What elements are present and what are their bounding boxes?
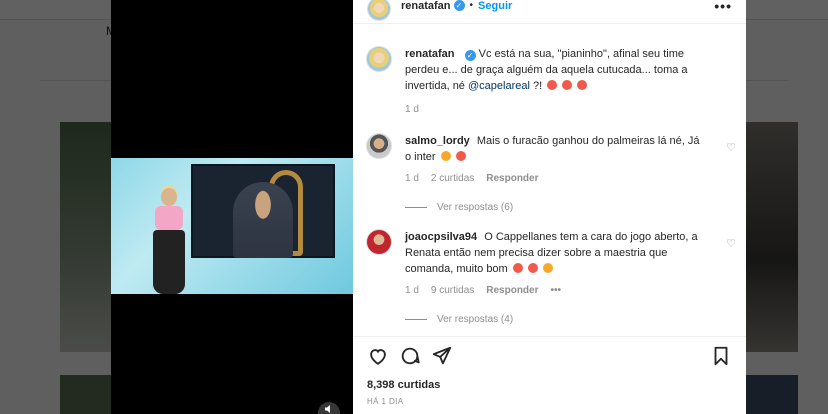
caption-timestamp[interactable]: 1 d xyxy=(405,104,419,115)
caption-author-avatar[interactable] xyxy=(366,46,392,72)
caption-author-username[interactable]: renatafan xyxy=(405,48,455,60)
comment-meta: 1 d 2 curtidas Responder xyxy=(405,173,732,184)
comment-likes[interactable]: 9 curtidas xyxy=(431,285,474,296)
video-person-on-screen xyxy=(233,182,293,258)
commenter-username[interactable]: joaocpsilva94 xyxy=(405,231,477,243)
view-replies-line xyxy=(405,319,427,320)
view-replies-label: Ver respostas (4) xyxy=(437,314,514,325)
action-icons-row xyxy=(367,345,732,367)
commenter-avatar[interactable] xyxy=(366,229,392,255)
verified-icon: ✓ xyxy=(453,0,465,11)
comment-likes[interactable]: 2 curtidas xyxy=(431,173,474,184)
view-replies-button[interactable]: Ver respostas (6) xyxy=(405,202,732,213)
presenter-top xyxy=(155,206,183,230)
follow-button[interactable]: Seguir xyxy=(478,0,512,12)
caption-body-end: ?! xyxy=(533,80,543,92)
presenter-skirt xyxy=(153,230,185,294)
post-media-pane[interactable] xyxy=(111,0,353,414)
heart-eyes-emoji-icon xyxy=(512,263,523,273)
comment-text: joaocpsilva94 O Cappellanes tem a cara d… xyxy=(405,229,732,277)
post-caption: renatafan ✓ Vc está na sua, "pianinho", … xyxy=(353,46,746,115)
post-details-panel: renatafan ✓ • Seguir ••• renatafan ✓ Vc … xyxy=(353,0,746,414)
heart-eyes-emoji-icon xyxy=(455,151,466,161)
view-replies-label: Ver respostas (6) xyxy=(437,202,514,213)
comment-like-heart-icon[interactable]: ♡ xyxy=(726,237,736,250)
video-presenter xyxy=(147,188,191,294)
comments-list[interactable]: renatafan ✓ Vc está na sua, "pianinho", … xyxy=(353,36,746,336)
commenter-avatar[interactable] xyxy=(366,133,392,159)
heart-eyes-emoji-icon xyxy=(577,80,588,90)
comment-meta: 1 d 9 curtidas Responder ••• xyxy=(405,285,732,296)
comment-timestamp[interactable]: 1 d xyxy=(405,173,419,184)
view-replies-button[interactable]: Ver respostas (4) xyxy=(405,314,732,325)
post-timestamp[interactable]: HÁ 1 DIA xyxy=(367,397,732,406)
post-video[interactable] xyxy=(111,158,353,294)
sound-icon-glyph xyxy=(325,405,330,413)
comment-item: joaocpsilva94 O Cappellanes tem a cara d… xyxy=(353,229,746,325)
emoji-icon xyxy=(440,151,451,161)
heart-icon[interactable] xyxy=(367,345,389,367)
post-header: renatafan ✓ • Seguir ••• xyxy=(353,0,746,24)
comment-item: salmo_lordy Mais o furacão ganhou do pal… xyxy=(353,133,746,213)
comment-more-options-icon[interactable]: ••• xyxy=(551,285,562,296)
caption-meta: 1 d xyxy=(405,104,732,115)
caption-text: renatafan ✓ Vc está na sua, "pianinho", … xyxy=(405,46,732,94)
comment-text: salmo_lordy Mais o furacão ganhou do pal… xyxy=(405,133,732,165)
post-actions: 8,398 curtidas HÁ 1 DIA xyxy=(353,336,746,406)
commenter-username[interactable]: salmo_lordy xyxy=(405,135,470,147)
header-separator: • xyxy=(469,0,474,11)
video-studio-screen xyxy=(191,164,335,258)
author-username[interactable]: renatafan xyxy=(401,0,451,12)
heart-eyes-emoji-icon xyxy=(562,80,573,90)
more-options-icon[interactable]: ••• xyxy=(714,0,732,14)
reply-button[interactable]: Responder xyxy=(486,285,538,296)
verified-icon: ✓ xyxy=(464,50,476,61)
view-replies-line xyxy=(405,207,427,208)
comment-timestamp[interactable]: 1 d xyxy=(405,285,419,296)
share-icon[interactable] xyxy=(431,345,453,367)
reply-button[interactable]: Responder xyxy=(486,173,538,184)
presenter-head xyxy=(161,188,177,206)
heart-eyes-emoji-icon xyxy=(527,263,538,273)
like-count[interactable]: 8,398 curtidas xyxy=(367,379,732,391)
heart-eyes-emoji-icon xyxy=(547,80,558,90)
caption-mention-link[interactable]: @capelareal xyxy=(468,80,530,92)
comment-icon[interactable] xyxy=(399,345,421,367)
bookmark-icon[interactable] xyxy=(710,345,732,367)
comment-like-heart-icon[interactable]: ♡ xyxy=(726,141,736,154)
author-avatar[interactable] xyxy=(367,0,391,21)
clapping-emoji-icon xyxy=(542,263,553,273)
